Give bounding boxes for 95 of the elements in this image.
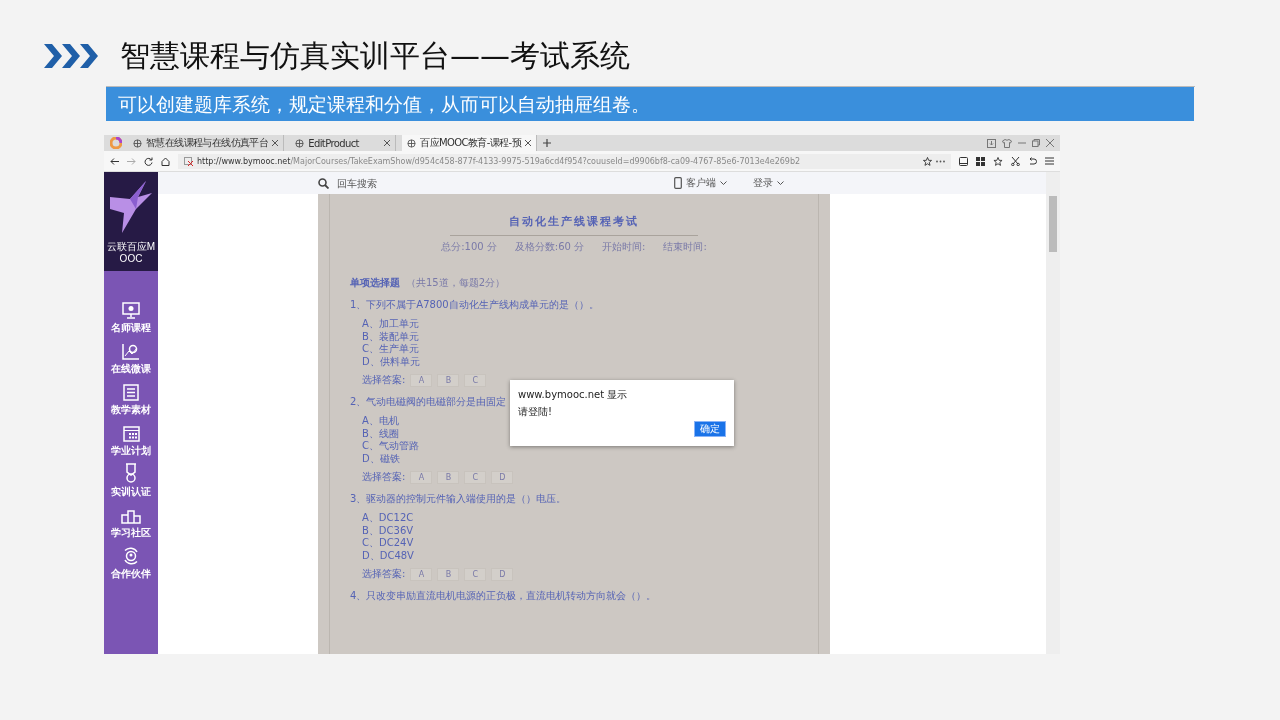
answer-option: C、气动管路 <box>362 440 419 453</box>
sidebar-label: 在线微课 <box>111 362 151 376</box>
answer-option: A、DC12C <box>362 512 414 525</box>
choice-button[interactable]: C <box>464 470 487 484</box>
globe-icon <box>295 138 305 148</box>
sidebar-item[interactable]: 在线微课 <box>111 340 151 376</box>
caret-icon <box>777 180 784 186</box>
chevrons-icon <box>44 41 100 71</box>
home-icon[interactable] <box>161 156 170 166</box>
list-icon <box>123 384 139 401</box>
sidebar-label: 教学素材 <box>111 403 151 417</box>
sidebar-item[interactable]: 教学素材 <box>111 381 151 417</box>
choice-button[interactable]: B <box>437 567 460 581</box>
scissors-icon[interactable] <box>1011 156 1020 166</box>
score-info: 结束时间: <box>663 240 707 254</box>
slide-title: 智慧课程与仿真实训平台——考试系统 <box>120 36 630 75</box>
tab-title: 智慧在线课程与在线仿真平台 <box>146 136 269 150</box>
back-icon[interactable] <box>110 156 119 166</box>
download-icon[interactable] <box>987 138 996 148</box>
close-icon[interactable] <box>272 140 279 146</box>
apps-icon[interactable] <box>976 156 985 166</box>
podium-icon <box>121 510 141 524</box>
caret-icon <box>720 180 727 186</box>
sidebar-label: 名师课程 <box>111 321 151 335</box>
sidebar-label: 学习社区 <box>111 526 151 540</box>
tab-title: 百应MOOC教育-课程-预 <box>420 136 521 150</box>
insecure-icon <box>184 156 193 166</box>
shirt-icon[interactable] <box>1002 138 1012 148</box>
star-icon[interactable] <box>923 156 932 166</box>
browser-logo-icon <box>110 137 122 149</box>
answer-option: A、电机 <box>362 415 399 428</box>
monitor-icon <box>122 302 140 319</box>
answer-option: A、加工单元 <box>362 318 419 331</box>
favorites-icon[interactable] <box>993 156 1003 166</box>
calendar-icon <box>122 426 140 442</box>
tab-title: EditProduct <box>308 137 360 149</box>
question-text: 1、下列不属于A7800自动化生产线构成单元的是（）。 <box>350 298 600 312</box>
browser-tab[interactable]: 百应MOOC教育-课程-预 <box>402 135 537 151</box>
question-text: 4、只改变串励直流电机电源的正负极，直流电机转动方向就会（）。 <box>350 589 658 603</box>
sidebar-label: 实训认证 <box>111 485 151 499</box>
answer-label: 选择答案: <box>362 567 406 581</box>
sidebar-item[interactable]: 实训认证 <box>111 463 151 499</box>
search-icon <box>318 177 329 189</box>
close-icon[interactable] <box>1046 139 1054 147</box>
client-menu[interactable]: 客户端 <box>674 176 727 190</box>
globe-icon <box>133 138 142 148</box>
choice-button[interactable]: B <box>437 470 460 484</box>
menu-icon[interactable] <box>1045 157 1054 165</box>
answer-label: 选择答案: <box>362 470 406 484</box>
login-menu[interactable]: 登录 <box>753 176 784 190</box>
answer-option: D、供料单元 <box>362 355 420 368</box>
question-text: 3、驱动器的控制元件输入端使用的是（）电压。 <box>350 492 568 506</box>
close-icon[interactable] <box>384 140 391 146</box>
address-field[interactable]: http://www.bymooc.net/MajorCourses/TakeExamShow/d954c458-877f-4133-9975-519a6cd4f954?couuseId=d9906bf8-ca09-4767-85e6-7013e4e269b2 <box>178 153 951 169</box>
sidebar-label: 学业计划 <box>111 444 151 458</box>
sidebar-item[interactable]: 学业计划 <box>111 422 151 458</box>
answer-label: 选择答案: <box>362 373 406 387</box>
score-info: 开始时间: <box>602 240 646 254</box>
score-info: 总分:100 分 <box>441 240 497 254</box>
section-note: （共15道，每题2分） <box>406 276 506 290</box>
sidebar-label: 合作伙伴 <box>111 567 151 581</box>
phone-icon <box>674 177 682 189</box>
chart-icon <box>122 343 140 360</box>
answer-option: C、DC24V <box>362 537 414 550</box>
globe-icon <box>407 138 417 148</box>
restore-icon[interactable] <box>1032 139 1040 147</box>
score-info: 及格分数:60 分 <box>514 240 585 254</box>
section-title: 单项选择题 <box>350 276 400 290</box>
dialog-message: 请登陆! <box>518 405 553 419</box>
dialog-title: www.bymooc.net 显示 <box>518 388 629 402</box>
close-icon[interactable] <box>525 140 531 146</box>
choice-button[interactable]: B <box>437 373 460 387</box>
reload-icon[interactable] <box>144 156 153 166</box>
choice-button[interactable]: C <box>464 373 487 387</box>
more-icon[interactable] <box>936 159 945 163</box>
logo-text: 云联百应MOOC <box>106 240 156 265</box>
reader-icon[interactable] <box>959 156 968 166</box>
slide-subtitle: 可以创建题库系统，规定课程和分值，从而可以自动抽屉组卷。 <box>106 87 1194 121</box>
answer-option: B、DC36V <box>362 524 414 537</box>
answer-option: D、DC48V <box>362 549 414 562</box>
answer-option: B、线圈 <box>362 427 399 440</box>
search-field[interactable]: 回车搜索 <box>337 177 457 189</box>
medal-icon <box>124 463 138 483</box>
answer-option: B、装配单元 <box>362 330 419 343</box>
new-tab-icon[interactable] <box>543 139 551 147</box>
answer-option: C、生产单元 <box>362 343 419 356</box>
sidebar-item[interactable]: 名师课程 <box>111 299 151 335</box>
sidebar-item[interactable]: 学习社区 <box>111 504 151 540</box>
ok-button[interactable]: 确定 <box>694 421 726 437</box>
sidebar-item[interactable]: 合作伙伴 <box>111 545 151 581</box>
answer-option: D、磁铁 <box>362 452 400 465</box>
exam-title: 自动化生产线课程考试 <box>508 214 640 229</box>
scrollbar[interactable] <box>1046 172 1060 654</box>
undo-icon[interactable] <box>1028 156 1037 166</box>
choice-button[interactable]: C <box>464 567 487 581</box>
